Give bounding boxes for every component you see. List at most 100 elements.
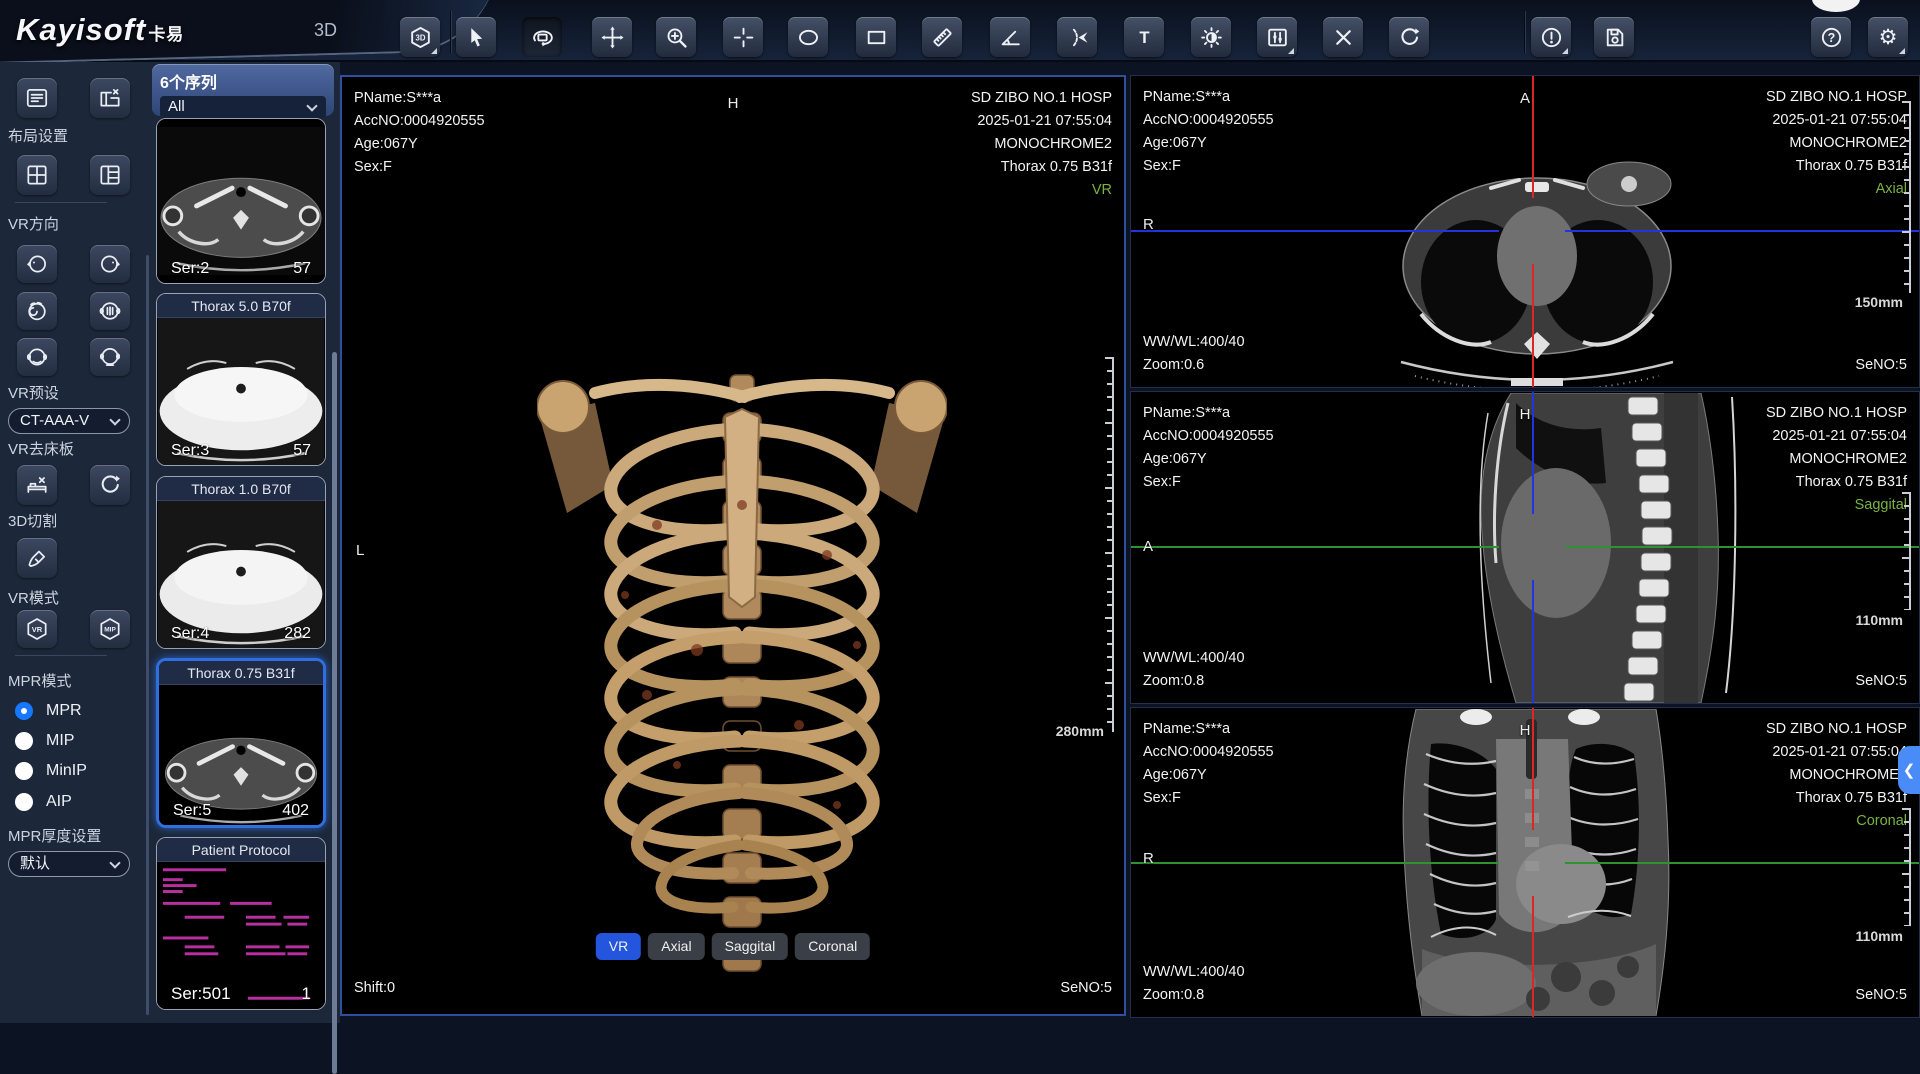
window-presets-button[interactable]: [1257, 17, 1297, 57]
crosshair-horizontal[interactable]: [1565, 546, 1919, 548]
pointer-button[interactable]: [456, 17, 496, 57]
saggital-viewport[interactable]: PName:S***a AccNO:0004920555 Age:067Y Se…: [1130, 391, 1920, 704]
crosshair-horizontal[interactable]: [1565, 862, 1919, 864]
logo-text: Kayisoft: [16, 12, 146, 47]
vr-preset-select[interactable]: CT-AAA-V: [8, 408, 130, 434]
ellipse-roi-button[interactable]: [788, 17, 828, 57]
svg-text:?: ?: [1827, 30, 1835, 44]
series-scrollbar[interactable]: [332, 352, 337, 1074]
reset-icon: [1397, 25, 1422, 50]
view-label: Saggital: [1766, 494, 1907, 517]
mpr-mode-option-mpr[interactable]: MPR: [15, 702, 82, 720]
svg-text:VR: VR: [32, 625, 43, 634]
crosshair-vertical[interactable]: [1532, 76, 1534, 198]
photometric: MONOCHROME2: [1766, 764, 1907, 787]
head-right-icon: [97, 251, 123, 277]
series-thumbnail-ser5-selected[interactable]: Thorax 0.75 B31f Ser:5 402: [156, 658, 326, 828]
vr-direction-right-button[interactable]: [90, 245, 130, 283]
divider: [15, 202, 107, 203]
ruler-button[interactable]: [922, 17, 962, 57]
pan-button[interactable]: [592, 17, 632, 57]
mpr-mode-label: MPR模式: [8, 670, 71, 691]
settings-button[interactable]: ⚙: [1868, 17, 1908, 57]
patient-info-overlay: PName:S***a AccNO:0004920555 Age:067Y Se…: [354, 87, 485, 179]
mpr-mode-option-aip[interactable]: AIP: [15, 793, 72, 811]
layout-list-button[interactable]: [17, 78, 57, 118]
window-level-button[interactable]: [1191, 17, 1231, 57]
series-thumbnail-ser4[interactable]: Thorax 1.0 B70f Ser:4 282: [156, 476, 326, 649]
series-number: Ser:4: [171, 625, 209, 643]
crosshair-vertical[interactable]: [1532, 580, 1534, 703]
save-icon: [1602, 25, 1627, 50]
mip-hexagon-icon: MIP: [97, 616, 123, 642]
series-title: Patient Protocol: [157, 838, 325, 862]
ct-axial-image: [1391, 154, 1691, 387]
mpr-mode-option-minip[interactable]: MinIP: [15, 762, 87, 780]
thumbnail-footer: Ser:4 282: [157, 625, 325, 643]
sidebar-scrollbar[interactable]: [146, 255, 149, 1015]
patient-age: Age:067Y: [354, 133, 485, 156]
bed-reset-button[interactable]: [90, 465, 130, 505]
panel-collapse-button[interactable]: ❮: [1898, 746, 1920, 794]
cobb-angle-button[interactable]: [1057, 17, 1097, 57]
crosshair-horizontal[interactable]: [1565, 230, 1919, 232]
layout-grid-button[interactable]: [17, 155, 57, 195]
vr-direction-superior-button[interactable]: [17, 292, 57, 330]
crosshair-horizontal[interactable]: [1131, 546, 1499, 548]
delete-annotation-button[interactable]: [1323, 17, 1363, 57]
saggital-view-button[interactable]: Saggital: [712, 933, 789, 960]
text-annotation-button[interactable]: T: [1124, 17, 1164, 57]
series-thumbnail-ser2[interactable]: Ser:2 57: [156, 118, 326, 284]
mpr-mode-option-mip[interactable]: MIP: [15, 732, 74, 750]
rect-roi-button[interactable]: [856, 17, 896, 57]
image-count: 402: [282, 802, 309, 820]
coronal-view-button[interactable]: Coronal: [795, 933, 870, 960]
crosshair-button[interactable]: [723, 17, 763, 57]
vr-mode-vr-button[interactable]: VR: [17, 610, 57, 648]
crosshair-horizontal[interactable]: [1131, 862, 1499, 864]
vr-direction-inferior-button[interactable]: [90, 292, 130, 330]
save-button[interactable]: [1594, 17, 1634, 57]
mpr-thickness-label: MPR厚度设置: [8, 825, 101, 846]
mpr-thickness-select[interactable]: 默认: [8, 851, 130, 877]
zoom-in-button[interactable]: [656, 17, 696, 57]
layout-close-button[interactable]: [90, 78, 130, 118]
scalpel-button[interactable]: [17, 538, 57, 578]
crosshair-vertical[interactable]: [1532, 708, 1534, 830]
coronal-viewport[interactable]: PName:S***a AccNO:0004920555 Age:067Y Se…: [1130, 707, 1920, 1018]
user-avatar[interactable]: [1812, 0, 1860, 12]
vr-viewport[interactable]: PName:S***a AccNO:0004920555 Age:067Y Se…: [340, 75, 1126, 1016]
crosshair-vertical[interactable]: [1532, 392, 1534, 514]
series-filter-select[interactable]: All: [160, 96, 326, 118]
view-mode-buttons: VR Axial Saggital Coronal: [596, 933, 870, 960]
volume-3d-button[interactable]: 3D: [400, 17, 440, 57]
layout-split-button[interactable]: [90, 155, 130, 195]
image-count: 57: [293, 442, 311, 460]
vr-direction-posterior-button[interactable]: [90, 338, 130, 376]
magnifier-plus-icon: [664, 25, 689, 50]
axial-view-button[interactable]: Axial: [648, 933, 704, 960]
help-button[interactable]: ?: [1811, 17, 1851, 57]
rotate-3d-button[interactable]: [522, 17, 562, 57]
angle-button[interactable]: [990, 17, 1030, 57]
remove-bed-button[interactable]: [17, 465, 57, 505]
vr-mode-mip-button[interactable]: MIP: [90, 610, 130, 648]
crosshair-vertical[interactable]: [1532, 264, 1534, 387]
reset-icon: [97, 472, 123, 498]
vr-direction-left-button[interactable]: [17, 245, 57, 283]
accession-number: AccNO:0004920555: [1143, 741, 1274, 764]
vr-skeleton-render: [537, 345, 947, 1017]
vr-preset-label: VR预设: [8, 382, 59, 403]
series-thumbnail-ser3[interactable]: Thorax 5.0 B70f Ser:3 57: [156, 293, 326, 466]
vr-view-button[interactable]: VR: [596, 933, 641, 960]
scale-ruler: [1902, 492, 1911, 610]
question-circle-icon: ?: [1819, 25, 1844, 50]
report-button[interactable]: [1531, 17, 1571, 57]
crosshair-vertical[interactable]: [1532, 896, 1534, 1017]
crosshair-horizontal[interactable]: [1131, 230, 1499, 232]
series-thumbnail-ser501[interactable]: Patient Protocol Ser:501: [156, 837, 326, 1010]
view-label: Coronal: [1766, 810, 1907, 833]
vr-direction-anterior-button[interactable]: [17, 338, 57, 376]
reset-button[interactable]: [1389, 17, 1429, 57]
axial-viewport[interactable]: PName:S***a AccNO:0004920555 Age:067Y Se…: [1130, 75, 1920, 388]
